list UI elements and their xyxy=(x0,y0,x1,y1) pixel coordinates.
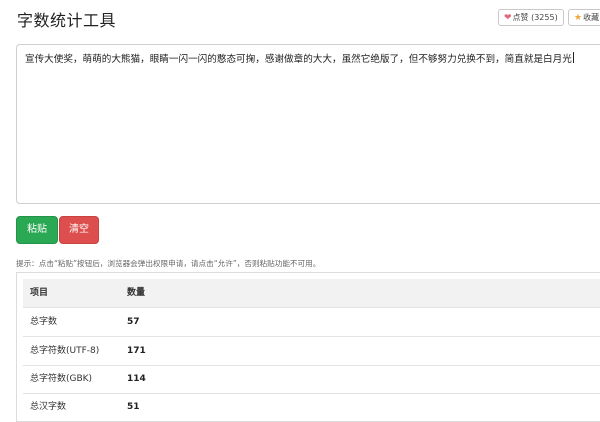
like-label: 点赞 (3255) xyxy=(512,13,558,22)
row-item: 总字符数(UTF-8) xyxy=(30,346,100,356)
row-value: 114 xyxy=(127,374,146,384)
table-header-row: 项目 数量 xyxy=(23,279,600,308)
text-caret xyxy=(572,52,574,63)
row-item: 总字数 xyxy=(30,317,58,327)
like-button[interactable]: ❤点赞 (3255) xyxy=(498,9,564,26)
row-item: 总汉字数 xyxy=(30,402,67,412)
paste-hint: 提示：点击“粘贴”按钮后，浏览器会弹出权限申请，请点击“允许”，否则粘贴功能不可… xyxy=(16,259,321,268)
clear-button[interactable]: 清空 xyxy=(59,216,99,244)
header-count: 数量 xyxy=(127,288,146,298)
row-value: 51 xyxy=(127,402,140,412)
star-icon: ★ xyxy=(574,13,583,23)
heart-icon: ❤ xyxy=(504,13,512,23)
text-input-content: 宣传大使奖，萌萌的大熊猫，眼睛一闪一闪的憨态可掬，感谢做章的大大，虽然它绝版了，… xyxy=(25,54,572,65)
table-row: 总字符数(GBK) 114 xyxy=(23,365,600,394)
favorite-label: 收藏 xyxy=(583,13,600,22)
stats-table: 项目 数量 总字数 57 总字符数(UTF-8) 171 总字符数(GBK) 1… xyxy=(16,272,600,422)
page-title: 字数统计工具 xyxy=(17,11,117,30)
row-value: 171 xyxy=(127,346,146,356)
paste-button[interactable]: 粘贴 xyxy=(16,216,58,244)
page-header: 字数统计工具 ❤点赞 (3255) ★收藏 xyxy=(0,0,600,36)
header-item: 项目 xyxy=(30,288,49,298)
favorite-button[interactable]: ★收藏 xyxy=(568,9,600,26)
text-input-area[interactable]: 宣传大使奖，萌萌的大熊猫，眼睛一闪一闪的憨态可掬，感谢做章的大大，虽然它绝版了，… xyxy=(16,44,600,204)
table-row: 总汉字数 51 xyxy=(23,393,600,421)
row-value: 57 xyxy=(127,317,140,327)
row-item: 总字符数(GBK) xyxy=(30,374,93,384)
table-row: 总字符数(UTF-8) 171 xyxy=(23,337,600,366)
table-row: 总字数 57 xyxy=(23,308,600,337)
